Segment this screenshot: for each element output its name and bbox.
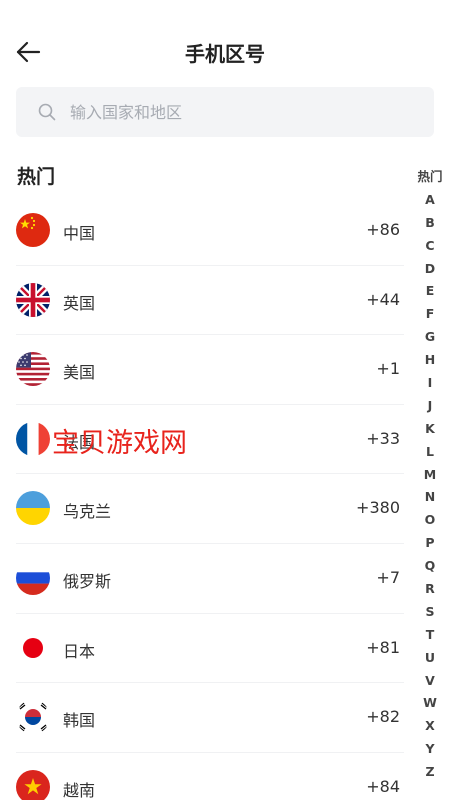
country-list: 中国 +86 英国 +44 美国 +1 法国 +33 乌克兰 +380 俄罗斯 … [16, 196, 404, 800]
country-name: 中国 [63, 224, 96, 243]
index-item-r[interactable]: R [412, 578, 448, 601]
country-name: 法国 [63, 432, 96, 452]
hot-section-title: 热门 [17, 166, 56, 188]
ukraine-flag-icon [16, 491, 50, 526]
country-row-vietnam[interactable]: 越南 +84 [16, 753, 404, 800]
country-name: 越南 [63, 780, 96, 800]
index-item-a[interactable]: A [412, 189, 448, 212]
vietnam-flag-icon [16, 769, 50, 800]
china-flag-icon [16, 213, 50, 247]
index-item-n[interactable]: N [412, 486, 448, 509]
index-item-v[interactable]: V [412, 670, 448, 693]
country-name: 韩国 [63, 711, 96, 731]
search-input[interactable] [70, 87, 410, 137]
country-name: 乌克兰 [63, 502, 112, 522]
search-box[interactable] [16, 87, 434, 137]
index-item-d[interactable]: D [412, 258, 448, 281]
country-name: 美国 [63, 363, 96, 383]
country-code: +7 [376, 567, 400, 587]
index-item-c[interactable]: C [412, 235, 448, 258]
usa-flag-icon [16, 352, 50, 387]
index-item-p[interactable]: P [412, 532, 448, 555]
russia-flag-icon [16, 560, 50, 595]
index-item-s[interactable]: S [412, 601, 448, 624]
country-name: 俄罗斯 [63, 571, 112, 591]
country-row-korea[interactable]: 韩国 +82 [16, 683, 404, 753]
index-item-u[interactable]: U [412, 647, 448, 670]
country-code: +81 [366, 637, 400, 657]
index-item-y[interactable]: Y [412, 738, 448, 761]
index-item-x[interactable]: X [412, 715, 448, 738]
alphabet-index-bar[interactable]: 热门 A B C D E F G H I J K L M N O P Q R S… [412, 166, 448, 784]
korea-flag-icon [16, 700, 50, 735]
index-item-j[interactable]: J [412, 395, 448, 418]
index-item-q[interactable]: Q [412, 555, 448, 578]
index-item-w[interactable]: W [412, 692, 448, 715]
country-row-china[interactable]: 中国 +86 [16, 196, 404, 266]
country-code: +84 [366, 776, 400, 796]
japan-flag-icon [16, 630, 50, 665]
country-code-page: 手机区号 热门 中国 +86 [0, 0, 450, 800]
index-item-l[interactable]: L [412, 441, 448, 464]
france-flag-icon [16, 421, 50, 456]
country-code: +380 [356, 498, 400, 518]
country-row-ukraine[interactable]: 乌克兰 +380 [16, 474, 404, 544]
index-item-hot[interactable]: 热门 [412, 166, 448, 189]
index-item-k[interactable]: K [412, 418, 448, 441]
country-name: 英国 [63, 293, 96, 313]
country-row-uk[interactable]: 英国 +44 [16, 266, 404, 336]
country-row-russia[interactable]: 俄罗斯 +7 [16, 544, 404, 614]
country-name: 日本 [63, 641, 96, 661]
country-code: +1 [376, 359, 400, 379]
country-row-japan[interactable]: 日本 +81 [16, 614, 404, 684]
index-item-e[interactable]: E [412, 280, 448, 303]
header: 手机区号 [0, 22, 450, 82]
index-item-g[interactable]: G [412, 326, 448, 349]
country-code: +82 [366, 707, 400, 727]
index-item-m[interactable]: M [412, 464, 448, 487]
country-row-france[interactable]: 法国 +33 [16, 405, 404, 475]
index-item-b[interactable]: B [412, 212, 448, 235]
country-row-usa[interactable]: 美国 +1 [16, 335, 404, 405]
index-item-z[interactable]: Z [412, 761, 448, 784]
country-code: +86 [366, 220, 400, 239]
page-title: 手机区号 [185, 42, 265, 66]
index-item-o[interactable]: O [412, 509, 448, 532]
country-code: +33 [366, 428, 400, 448]
uk-flag-icon [16, 282, 50, 317]
country-code: +44 [366, 289, 400, 309]
index-item-t[interactable]: T [412, 624, 448, 647]
index-item-i[interactable]: I [412, 372, 448, 395]
search-icon [38, 103, 56, 121]
index-item-f[interactable]: F [412, 303, 448, 326]
index-item-h[interactable]: H [412, 349, 448, 372]
